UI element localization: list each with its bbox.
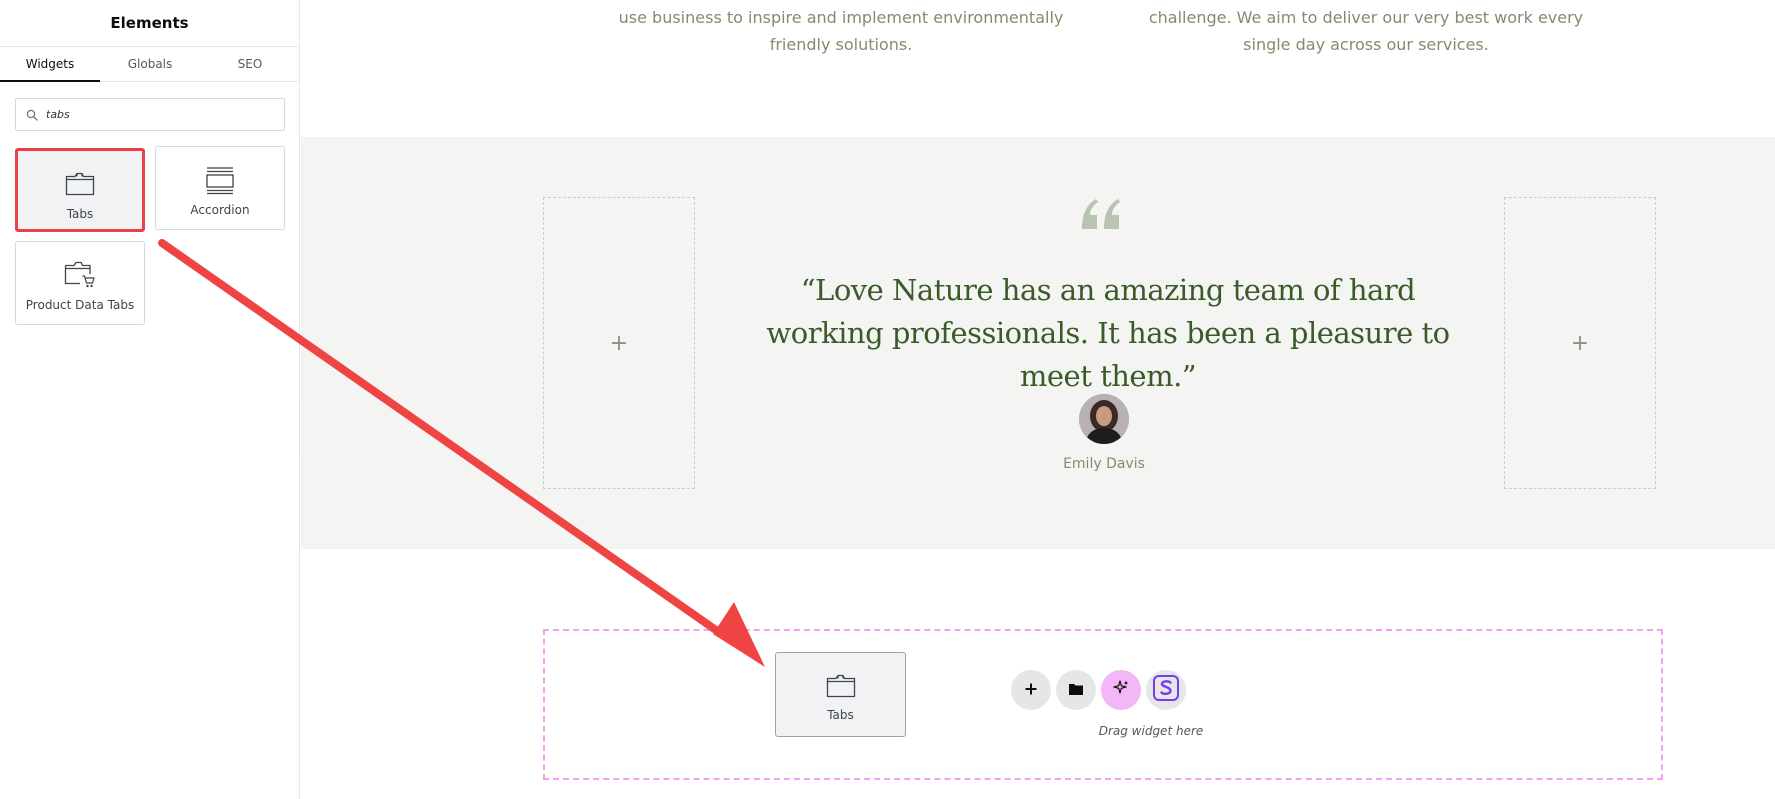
product-tabs-icon [63,258,97,292]
add-widget-placeholder-right[interactable]: + [1504,197,1656,489]
folder-tabs-icon [824,669,858,703]
testimonial-quote: “Love Nature has an amazing team of hard… [766,273,1450,393]
widget-label: Accordion [190,203,250,217]
elements-panel: Elements Widgets Globals SEO Tabs Accord… [0,0,300,799]
search-input[interactable] [46,108,266,121]
ai-assistant-button[interactable] [1101,670,1141,710]
sparkle-icon [1112,679,1130,701]
tab-globals[interactable]: Globals [100,47,200,81]
drag-widget-hint: Drag widget here [1098,724,1204,738]
plus-icon [1024,681,1038,700]
tab-widgets[interactable]: Widgets [0,47,100,82]
add-widget-placeholder-left[interactable]: + [543,197,695,489]
add-section-button[interactable] [1011,670,1051,710]
intro-text-right: challenge. We aim to deliver our very be… [1148,8,1584,54]
dragged-tabs-widget[interactable]: Tabs [775,652,906,737]
folder-icon [1068,681,1084,700]
panel-tabs: Widgets Globals SEO [0,46,300,82]
quote-icon [1078,195,1138,239]
accordion-icon [203,163,237,197]
panel-title: Elements [110,14,189,32]
testimonial-section: + + “Love Nature has an amazing team of … [301,137,1775,549]
template-library-button[interactable] [1056,670,1096,710]
widget-product-data-tabs[interactable]: Product Data Tabs [15,241,145,325]
search-icon [25,108,39,122]
intro-text-left: use business to inspire and implement en… [618,8,1064,54]
drop-zone[interactable] [543,629,1663,780]
widget-label: Product Data Tabs [25,298,135,312]
widget-label: Tabs [827,708,854,722]
avatar [1079,394,1129,444]
testimonial-author: Emily Davis [1063,456,1145,472]
widget-search[interactable] [15,98,285,131]
widget-tabs[interactable]: Tabs [15,148,145,232]
widget-label: Tabs [66,207,94,221]
folder-tabs-icon [63,167,97,201]
s-logo-icon [1153,675,1179,705]
page-canvas: use business to inspire and implement en… [301,0,1775,799]
widget-accordion[interactable]: Accordion [155,146,285,230]
starter-templates-button[interactable] [1146,670,1186,710]
tab-seo[interactable]: SEO [200,47,300,81]
